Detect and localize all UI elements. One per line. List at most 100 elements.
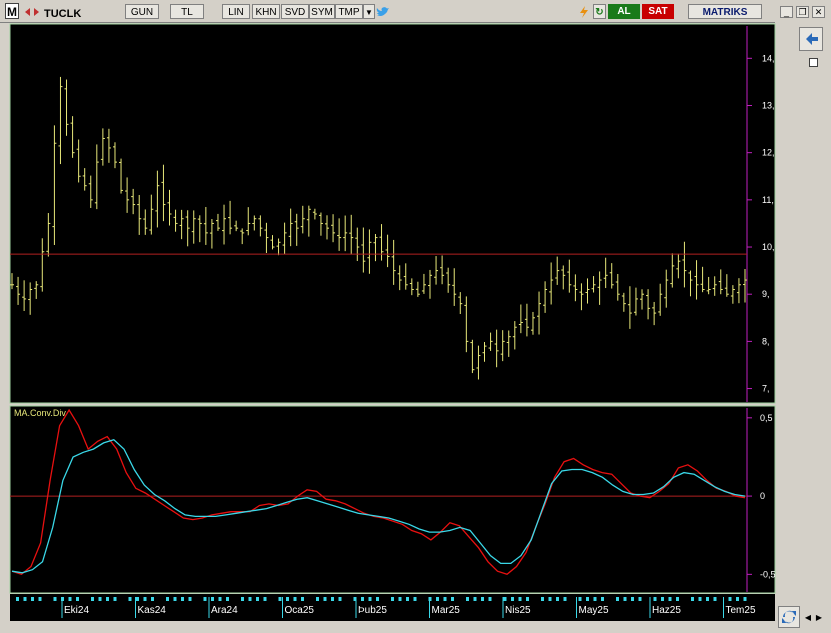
week-marker bbox=[181, 597, 184, 601]
symbol-label[interactable]: TUCLK bbox=[44, 8, 81, 20]
refresh-icon[interactable]: ↻ bbox=[593, 4, 606, 19]
week-marker bbox=[23, 597, 27, 601]
week-marker bbox=[616, 597, 619, 601]
month-label: Oca25 bbox=[285, 605, 315, 616]
week-marker bbox=[143, 597, 147, 601]
week-marker bbox=[541, 597, 544, 601]
week-marker bbox=[76, 597, 79, 601]
week-marker bbox=[406, 597, 409, 601]
price-tick-label: 10, bbox=[762, 242, 775, 252]
week-marker bbox=[413, 597, 417, 601]
week-marker bbox=[691, 597, 694, 601]
week-marker bbox=[241, 597, 244, 601]
minimize-icon[interactable]: _ bbox=[780, 6, 793, 18]
week-marker bbox=[466, 597, 469, 601]
week-marker bbox=[398, 597, 402, 601]
link-arrows-icon[interactable] bbox=[24, 6, 40, 18]
week-marker bbox=[106, 597, 109, 601]
week-marker bbox=[728, 597, 732, 601]
restore-icon[interactable]: ❐ bbox=[796, 6, 809, 18]
week-marker bbox=[166, 597, 169, 601]
brand-label: MATRIKS bbox=[688, 4, 762, 19]
week-marker bbox=[593, 597, 597, 601]
week-marker bbox=[188, 597, 192, 601]
week-marker bbox=[256, 597, 259, 601]
week-marker bbox=[518, 597, 522, 601]
week-marker bbox=[653, 597, 657, 601]
toolbar: M TUCLK GUN TL LIN KHN SVD SYM TMP ▼ ↻ A… bbox=[0, 0, 831, 23]
week-marker bbox=[451, 597, 454, 601]
week-marker bbox=[53, 597, 57, 601]
week-marker bbox=[278, 597, 282, 601]
lightning-icon[interactable] bbox=[578, 6, 590, 18]
week-marker bbox=[316, 597, 319, 601]
price-tick-label: 13, bbox=[762, 100, 775, 110]
price-panel[interactable] bbox=[9, 23, 776, 404]
week-marker bbox=[743, 597, 747, 601]
week-marker bbox=[511, 597, 514, 601]
week-marker bbox=[713, 597, 717, 601]
week-marker bbox=[68, 597, 72, 601]
svd-button[interactable]: SVD bbox=[281, 4, 309, 19]
week-marker bbox=[128, 597, 132, 601]
buy-button[interactable]: AL bbox=[608, 4, 640, 19]
week-marker bbox=[218, 597, 222, 601]
chart-area[interactable]: 14, 13, 12, 11, 10, 9, 8, 7, MA.Conv.Div 0,5 0 -0… bbox=[0, 22, 831, 633]
scale-button[interactable]: LIN bbox=[222, 4, 250, 19]
scroll-right-icon[interactable]: ▶ bbox=[814, 613, 824, 623]
week-marker bbox=[151, 597, 154, 601]
price-tick-label: 14, bbox=[762, 53, 775, 63]
week-marker bbox=[98, 597, 102, 601]
sym-button[interactable]: SYM bbox=[309, 4, 335, 19]
indicator-tick-label: 0 bbox=[760, 491, 765, 501]
week-marker bbox=[286, 597, 289, 601]
week-marker bbox=[113, 597, 117, 601]
month-label: May25 bbox=[579, 605, 609, 616]
week-marker bbox=[443, 597, 447, 601]
sync-icon[interactable] bbox=[778, 606, 800, 628]
price-tick-label: 7, bbox=[762, 384, 770, 394]
indicator-title: MA.Conv.Div bbox=[14, 408, 66, 418]
week-marker bbox=[31, 597, 34, 601]
week-marker bbox=[586, 597, 589, 601]
week-marker bbox=[361, 597, 364, 601]
month-label: Þub25 bbox=[358, 605, 387, 616]
week-marker bbox=[661, 597, 664, 601]
week-marker bbox=[668, 597, 672, 601]
week-marker bbox=[436, 597, 439, 601]
month-label: Kas24 bbox=[138, 605, 167, 616]
scroll-left-icon[interactable]: ◀ bbox=[803, 613, 813, 623]
week-marker bbox=[631, 597, 634, 601]
week-marker bbox=[556, 597, 559, 601]
month-label: Eki24 bbox=[64, 605, 89, 616]
dropdown-arrow-icon[interactable]: ▼ bbox=[363, 4, 375, 19]
week-marker bbox=[173, 597, 177, 601]
twitter-icon[interactable] bbox=[376, 6, 390, 18]
week-marker bbox=[503, 597, 507, 601]
week-marker bbox=[623, 597, 627, 601]
tmp-button[interactable]: TMP bbox=[335, 4, 363, 19]
week-marker bbox=[331, 597, 334, 601]
price-tick-label: 11, bbox=[762, 195, 774, 205]
sell-button[interactable]: SAT bbox=[642, 4, 674, 19]
week-marker bbox=[638, 597, 642, 601]
week-marker bbox=[563, 597, 567, 601]
month-label: Mar25 bbox=[432, 605, 461, 616]
matriks-logo-button[interactable]: M bbox=[5, 3, 19, 19]
khn-button[interactable]: KHN bbox=[252, 4, 280, 19]
close-icon[interactable]: ✕ bbox=[812, 6, 825, 18]
week-marker bbox=[293, 597, 297, 601]
indicator-panel[interactable] bbox=[9, 405, 776, 594]
month-label: Haz25 bbox=[652, 605, 681, 616]
week-marker bbox=[481, 597, 484, 601]
price-tick-label: 12, bbox=[762, 148, 775, 158]
currency-button[interactable]: TL bbox=[170, 4, 204, 19]
week-marker bbox=[226, 597, 229, 601]
week-marker bbox=[136, 597, 139, 601]
period-button[interactable]: GUN bbox=[125, 4, 159, 19]
week-marker bbox=[736, 597, 739, 601]
indicator-tick-label: -0,5 bbox=[760, 569, 776, 579]
week-marker bbox=[338, 597, 342, 601]
week-marker bbox=[488, 597, 492, 601]
price-tick-label: 8, bbox=[762, 336, 770, 346]
